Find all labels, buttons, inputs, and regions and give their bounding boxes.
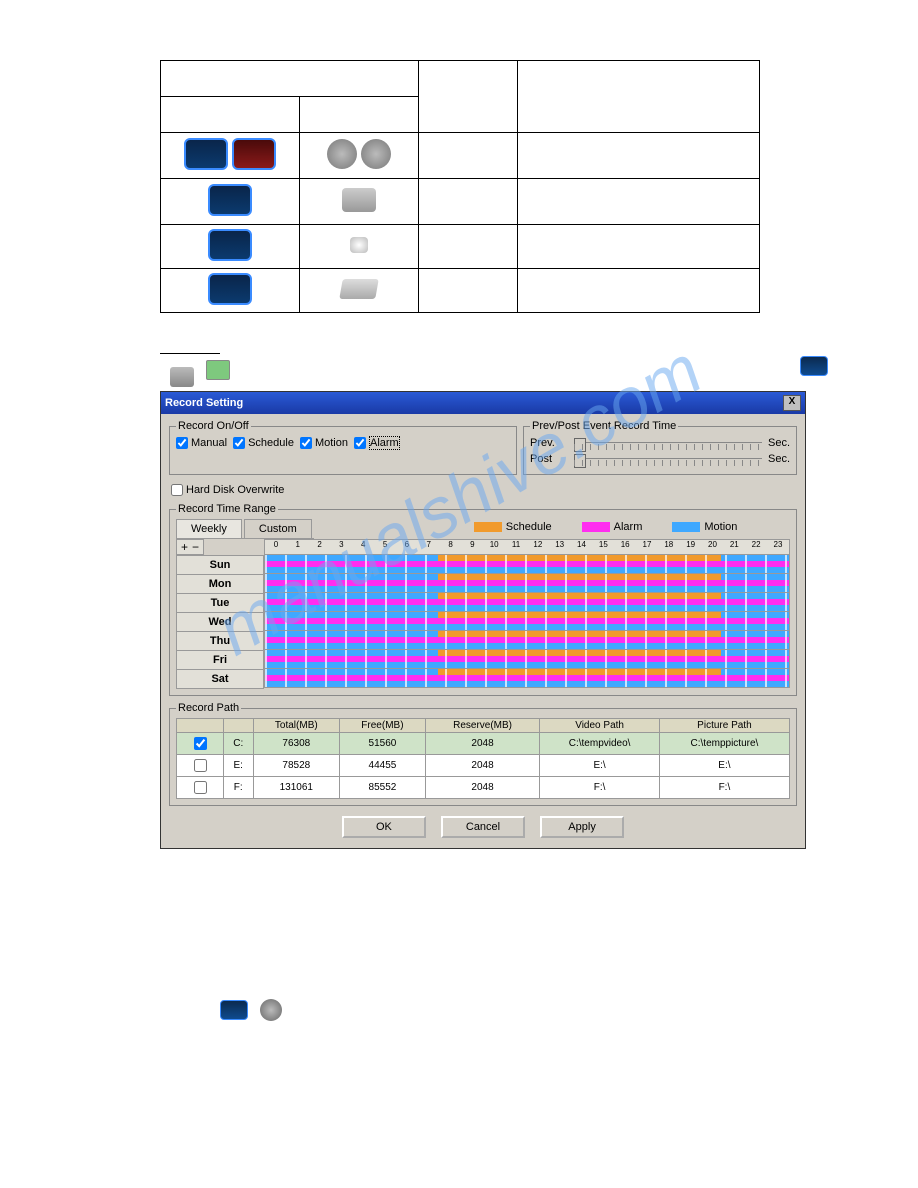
day-header-thu: Thu <box>176 632 264 651</box>
plus-icon: + <box>181 540 188 554</box>
record-on-off-group: Record On/Off Manual Schedule Motion Alarm <box>169 420 517 475</box>
table-row[interactable]: E:78528444552048E:\E:\ <box>177 755 790 777</box>
legend-schedule: Schedule <box>474 521 552 533</box>
record-manual-checkbox[interactable]: Manual <box>176 437 227 449</box>
legend-row: Schedule Alarm Motion <box>474 521 738 533</box>
settings-small-icon <box>800 356 828 376</box>
video-red-icon <box>232 138 276 170</box>
legend-alarm: Alarm <box>582 521 643 533</box>
icon-table <box>160 60 760 313</box>
record-manual-input[interactable] <box>176 437 188 449</box>
hdd-overwrite-input[interactable] <box>171 484 183 496</box>
record-setting-window: Record Setting X Record On/Off Manual Sch… <box>160 391 806 849</box>
prevpost-legend: Prev/Post Event Record Time <box>530 420 678 432</box>
record-alarm-checkbox[interactable]: Alarm <box>354 436 400 450</box>
hour-header: 01234567891011121314151617181920212223 <box>264 539 790 555</box>
hdd-overwrite-label: Hard Disk Overwrite <box>186 484 284 496</box>
post-label: Post <box>530 453 568 465</box>
schedule-row-sat[interactable] <box>264 669 790 688</box>
record-time-range: Record Time Range WeeklyCustom Schedule A… <box>169 503 797 696</box>
day-header-sat: Sat <box>176 670 264 689</box>
camera-small-icon <box>170 367 194 387</box>
close-button[interactable]: X <box>783 395 801 411</box>
prev-label: Prev. <box>530 437 568 449</box>
day-header-mon: Mon <box>176 575 264 594</box>
hdd-overwrite-checkbox[interactable]: Hard Disk Overwrite <box>171 484 284 496</box>
legend-swatch-schedule-icon <box>474 522 502 532</box>
prevpost-group: Prev/Post Event Record Time Prev. Sec. P… <box>523 420 797 475</box>
video-blue-icon <box>184 138 228 170</box>
ok-button[interactable]: OK <box>342 816 426 838</box>
record-path-legend: Record Path <box>176 702 241 714</box>
snapshot-blue-icon <box>208 184 252 216</box>
record-path-group: Record Path Total(MB)Free(MB)Reserve(MB)… <box>169 702 797 806</box>
sec-label-1: Sec. <box>768 437 790 449</box>
range-tabs: WeeklyCustom <box>176 519 314 539</box>
legend-motion: Motion <box>672 521 737 533</box>
status-blue-icon <box>208 273 252 305</box>
tab-custom[interactable]: Custom <box>244 519 312 538</box>
record-schedule-checkbox[interactable]: Schedule <box>233 437 294 449</box>
picture-small-icon <box>206 360 230 380</box>
record-alarm-input[interactable] <box>354 437 366 449</box>
apply-button[interactable]: Apply <box>540 816 624 838</box>
record-path-table: Total(MB)Free(MB)Reserve(MB)Video PathPi… <box>176 718 790 799</box>
reel-icon <box>327 139 357 169</box>
legend-swatch-motion-icon <box>672 522 700 532</box>
prev-slider[interactable] <box>574 436 762 450</box>
tab-weekly[interactable]: Weekly <box>176 519 242 538</box>
chat-bubble-icon <box>350 237 368 253</box>
day-header-wed: Wed <box>176 613 264 632</box>
schedule-row-mon[interactable] <box>264 574 790 593</box>
cancel-button[interactable]: Cancel <box>441 816 525 838</box>
table-row[interactable]: C:76308515602048C:\tempvideo\C:\temppict… <box>177 733 790 755</box>
record-on-off-legend: Record On/Off <box>176 420 251 432</box>
path-checkbox[interactable] <box>194 759 207 772</box>
schedule-row-tue[interactable] <box>264 593 790 612</box>
day-header-sun: Sun <box>176 555 264 575</box>
video-small-blue-icon <box>220 1000 248 1020</box>
schedule-row-wed[interactable] <box>264 612 790 631</box>
range-legend: Record Time Range <box>176 503 278 515</box>
talk-blue-icon <box>208 229 252 261</box>
legend-swatch-alarm-icon <box>582 522 610 532</box>
record-motion-checkbox[interactable]: Motion <box>300 437 348 449</box>
schedule-row-sun[interactable] <box>264 555 790 574</box>
day-header-fri: Fri <box>176 651 264 670</box>
minus-icon: − <box>192 540 199 554</box>
day-header-tue: Tue <box>176 594 264 613</box>
hdd-icon <box>339 279 379 299</box>
table-row[interactable]: F:131061855522048F:\F:\ <box>177 777 790 799</box>
window-title: Record Setting <box>165 397 243 409</box>
reel-play-icon <box>361 139 391 169</box>
plus-minus-cell[interactable]: + − <box>176 539 204 555</box>
path-checkbox[interactable] <box>194 737 207 750</box>
post-slider[interactable] <box>574 452 762 466</box>
record-schedule-input[interactable] <box>233 437 245 449</box>
reel-small-icon <box>260 999 282 1021</box>
path-checkbox[interactable] <box>194 781 207 794</box>
titlebar: Record Setting X <box>161 392 805 414</box>
camera-icon <box>342 188 376 212</box>
schedule-row-thu[interactable] <box>264 631 790 650</box>
schedule-row-fri[interactable] <box>264 650 790 669</box>
sec-label-2: Sec. <box>768 453 790 465</box>
record-motion-input[interactable] <box>300 437 312 449</box>
